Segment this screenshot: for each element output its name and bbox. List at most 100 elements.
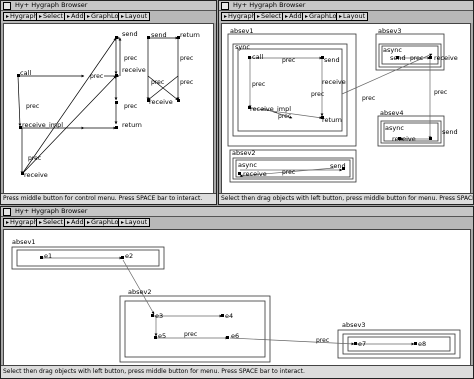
node-absev3[interactable]: absev3 xyxy=(378,27,401,35)
menu-arrow-icon: ▸ xyxy=(6,13,10,20)
window-menu-icon[interactable] xyxy=(3,2,11,10)
menu-arrow-icon: ▸ xyxy=(224,13,228,20)
node-absev1[interactable]: absev1 xyxy=(12,238,35,246)
node-receive[interactable]: receive xyxy=(122,66,146,74)
graph-svg: absev1 e1 e2 absev2 e3 e4 e5 e6 absev3 e… xyxy=(11,238,461,363)
edge-label: prec xyxy=(282,57,295,64)
node-async[interactable]: async xyxy=(238,161,257,169)
select-button[interactable]: ▸Select xyxy=(36,12,67,21)
window-title: Hy+ Hygraph Browser xyxy=(15,1,88,9)
edge-label: prec xyxy=(434,89,447,96)
menu-arrow-icon: ▸ xyxy=(305,13,309,20)
title-bar[interactable]: Hy+ Hygraph Browser xyxy=(1,1,216,11)
node-absev2[interactable]: absev2 xyxy=(128,288,151,296)
node-receive[interactable]: receive xyxy=(322,78,346,86)
node-absev3[interactable]: absev3 xyxy=(342,321,365,329)
menu-arrow-icon: ▸ xyxy=(6,219,10,226)
edge-label: prec xyxy=(252,81,265,88)
edge[interactable] xyxy=(229,337,355,346)
edge-label: prec xyxy=(278,113,291,120)
menu-arrow-icon: ▸ xyxy=(121,219,125,226)
node-return[interactable]: return xyxy=(180,31,200,39)
node-send[interactable]: send xyxy=(390,54,406,62)
window-title: Hy+ Hygraph Browser xyxy=(15,207,88,215)
title-bar[interactable]: Hy+ Hygraph Browser xyxy=(1,207,473,217)
graph-canvas[interactable]: absev1 sync call send receive receive_im… xyxy=(221,23,471,194)
status-bar: Press middle button for control menu. Pr… xyxy=(1,193,216,204)
node-return[interactable]: return xyxy=(322,116,342,124)
node-send[interactable]: send xyxy=(151,31,167,39)
edge-label: prec xyxy=(184,331,197,338)
edge-label: prec xyxy=(362,95,375,102)
node-receive[interactable]: receive xyxy=(24,171,48,179)
select-button[interactable]: ▸Select xyxy=(254,12,285,21)
node-receive-impl[interactable]: receive_impl xyxy=(250,105,291,113)
node-receive[interactable]: receive xyxy=(434,54,458,62)
edge-label: prec xyxy=(311,91,324,98)
node-absev4[interactable]: absev4 xyxy=(380,109,403,117)
node-receive[interactable]: receive xyxy=(149,98,173,106)
edge-label: prec xyxy=(28,155,41,162)
edge[interactable] xyxy=(17,75,22,127)
toolbar: ▸Hygraph ▸Select ▸Add ▸GraphLog ▸Layout xyxy=(219,11,473,23)
edge-label: prec xyxy=(90,73,103,80)
graph-canvas[interactable]: call send receive receive_impl return re… xyxy=(3,23,214,194)
node-send[interactable]: send xyxy=(442,128,458,136)
graph-canvas[interactable]: absev1 e1 e2 absev2 e3 e4 e5 e6 absev3 e… xyxy=(3,229,471,366)
menu-arrow-icon: ▸ xyxy=(67,219,71,226)
node-e6[interactable]: e6 xyxy=(231,332,239,340)
node-send[interactable]: send xyxy=(330,162,346,170)
node-absev1[interactable]: absev1 xyxy=(230,27,253,35)
menu-arrow-icon: ▸ xyxy=(339,13,343,20)
status-bar: Select then drag objects with left butto… xyxy=(1,365,473,378)
graph-svg: absev1 sync call send receive receive_im… xyxy=(227,27,458,183)
edge-label: prec xyxy=(410,55,423,62)
node-return[interactable]: return xyxy=(122,121,142,129)
edge-label: prec xyxy=(26,103,39,110)
node-receive-impl[interactable]: receive_impl xyxy=(22,121,63,129)
menu-arrow-icon: ▸ xyxy=(87,219,91,226)
node-e3[interactable]: e3 xyxy=(155,312,163,320)
node-e7[interactable]: e7 xyxy=(358,340,366,348)
title-bar[interactable]: Hy+ Hygraph Browser xyxy=(219,1,473,11)
node-async[interactable]: async xyxy=(383,46,402,54)
window-menu-icon[interactable] xyxy=(3,208,11,216)
menu-arrow-icon: ▸ xyxy=(87,13,91,20)
toolbar: ▸Hygraph ▸Select ▸Add ▸GraphLog ▸Layout xyxy=(1,217,473,229)
menu-arrow-icon: ▸ xyxy=(257,13,261,20)
node-e1[interactable]: e1 xyxy=(44,252,52,260)
window-menu-icon[interactable] xyxy=(221,2,229,10)
group-absev2[interactable] xyxy=(119,295,271,363)
node-receive[interactable]: receive xyxy=(243,170,267,178)
edge[interactable] xyxy=(122,259,155,315)
node-send[interactable]: send xyxy=(122,30,138,38)
edge-label: prec xyxy=(124,55,137,62)
status-bar: Select then drag objects with left butto… xyxy=(219,193,473,204)
menu-arrow-icon: ▸ xyxy=(285,13,289,20)
node-receive[interactable]: receive xyxy=(392,135,416,143)
node-call[interactable]: call xyxy=(20,69,31,77)
menu-arrow-icon: ▸ xyxy=(39,13,43,20)
node-absev2[interactable]: absev2 xyxy=(232,149,255,157)
menu-arrow-icon: ▸ xyxy=(121,13,125,20)
node-e2[interactable]: e2 xyxy=(125,252,133,260)
edge-label: prec xyxy=(180,79,193,86)
menu-arrow-icon: ▸ xyxy=(67,13,71,20)
edge-label: prec xyxy=(180,55,193,62)
node-call[interactable]: call xyxy=(252,53,263,61)
layout-button[interactable]: ▸Layout xyxy=(118,218,151,227)
node-e5[interactable]: e5 xyxy=(158,332,166,340)
node-e8[interactable]: e8 xyxy=(418,340,426,348)
edge-label: prec xyxy=(124,103,137,110)
window-main: Hy+ Hygraph Browser ▸Hygraph ▸Select ▸Ad… xyxy=(0,206,474,379)
node-e4[interactable]: e4 xyxy=(225,312,233,320)
menu-arrow-icon: ▸ xyxy=(39,219,43,226)
node-sync[interactable]: sync xyxy=(235,43,250,51)
toolbar: ▸Hygraph ▸Select ▸Add ▸GraphLog ▸Layout xyxy=(1,11,216,23)
node-send[interactable]: send xyxy=(324,56,340,64)
layout-button[interactable]: ▸Layout xyxy=(118,12,151,21)
window-select: Hy+ Hygraph Browser ▸Hygraph ▸Select ▸Ad… xyxy=(218,0,474,205)
layout-button[interactable]: ▸Layout xyxy=(336,12,369,21)
node-async[interactable]: async xyxy=(385,124,404,132)
select-button[interactable]: ▸Select xyxy=(36,218,67,227)
